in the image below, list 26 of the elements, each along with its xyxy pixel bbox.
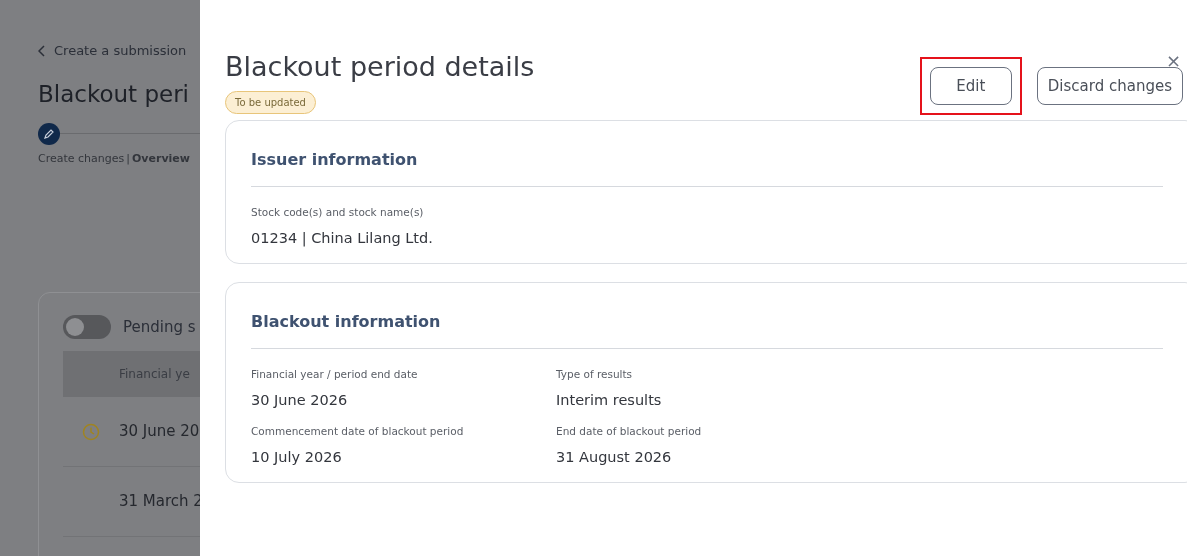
status-badge: To be updated: [225, 90, 316, 114]
step-separator: |: [126, 150, 130, 167]
action-button[interactable]: Discard changes: [1036, 66, 1183, 105]
field-value: 31 August 2026: [556, 447, 673, 467]
field-value: 01234 | China Lilang Ltd.: [251, 228, 434, 249]
field-label: Stock code(s) and stock name(s): [251, 204, 425, 220]
page-title: Blackout peri: [38, 80, 190, 109]
field-value: 10 July 2026: [251, 447, 343, 467]
field-value: Interim results: [556, 391, 663, 410]
step-current: Overview: [132, 150, 190, 167]
section-heading: Blackout information: [251, 310, 1163, 350]
section-heading: Issuer information: [251, 147, 1163, 187]
field-label: Type of results: [556, 367, 634, 383]
step-label: Create changes: [38, 150, 125, 167]
field-value: 30 June 2026: [251, 391, 349, 410]
action-button[interactable]: Edit: [929, 66, 1012, 105]
pencil-icon: [44, 128, 54, 139]
drawer-title: Blackout period details: [225, 50, 536, 84]
back-chevron-icon[interactable]: [38, 45, 46, 57]
table-cell-text: 30 June 20: [119, 421, 200, 443]
toggle-switch[interactable]: [63, 315, 111, 339]
field-label: Financial year / period end date: [251, 367, 419, 383]
toggle-label: Pending s: [123, 316, 196, 338]
clock-icon: [82, 422, 100, 441]
field-label: Commencement date of blackout period: [251, 423, 465, 439]
field-label: End date of blackout period: [556, 423, 703, 439]
